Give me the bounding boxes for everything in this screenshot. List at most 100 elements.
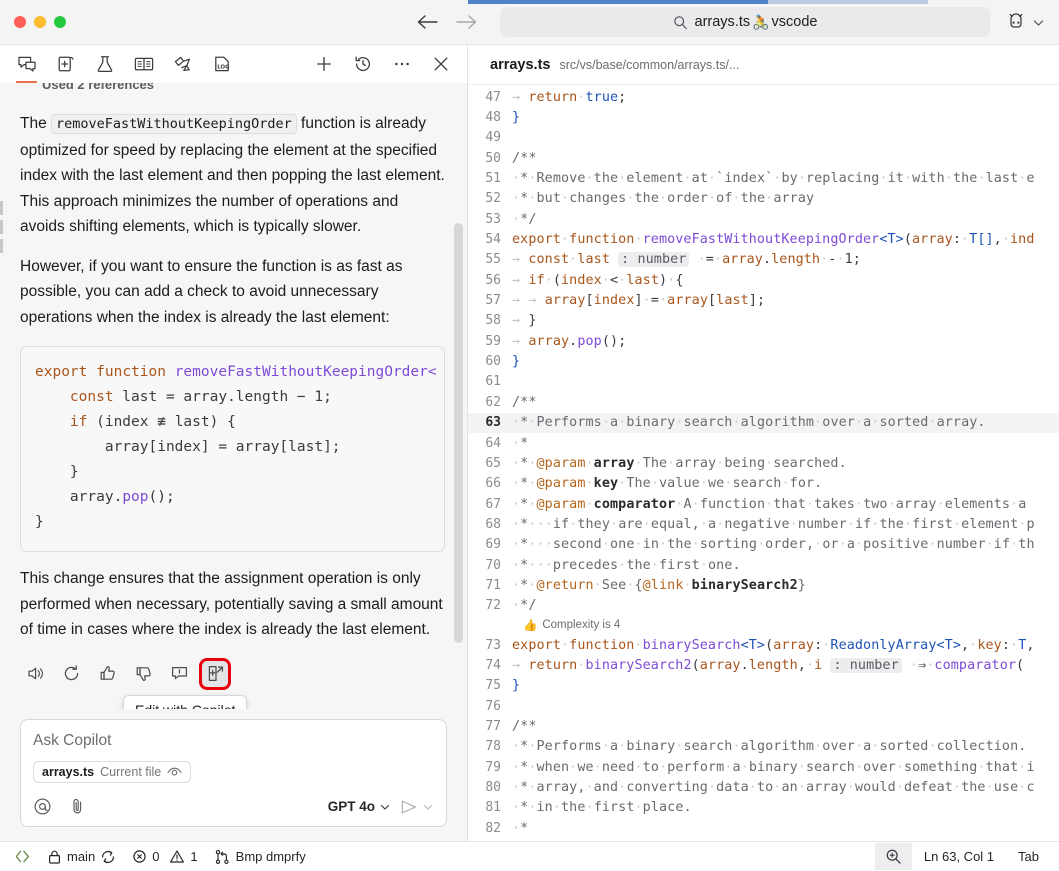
status-cursor-position[interactable]: Ln 63, Col 1 — [912, 849, 1006, 864]
code-line[interactable]: 50/** — [468, 148, 1059, 168]
code-line[interactable]: 54export·function·removeFastWithoutKeepi… — [468, 229, 1059, 249]
editor-code-area[interactable]: 47→ return·true;48}4950/**51·*·Remove·th… — [468, 85, 1059, 841]
used-references-label[interactable]: Used 2 references — [42, 83, 467, 93]
paperclip-icon[interactable] — [68, 797, 87, 816]
code-line-text: ·*·Performs·a·binary·search·algorithm·ov… — [512, 739, 1026, 754]
code-line[interactable]: 52·*·but·changes·the·order·of·the·array — [468, 189, 1059, 209]
navigation-buttons[interactable] — [416, 14, 478, 30]
search-icon — [673, 15, 688, 30]
code-line[interactable]: 59→ array.pop(); — [468, 331, 1059, 351]
code-line[interactable]: 47→ return·true; — [468, 87, 1059, 107]
titlebar-right-controls[interactable] — [1006, 12, 1045, 32]
code-line[interactable]: 58→ } — [468, 311, 1059, 331]
log-icon[interactable]: LOG — [209, 51, 234, 77]
editor-filepath[interactable]: src/vs/base/common/arrays.ts/... — [559, 58, 739, 72]
code-line[interactable]: 55→ const·last : number ·=·array.length·… — [468, 250, 1059, 270]
report-icon[interactable] — [166, 661, 192, 687]
zoom-icon[interactable] — [875, 843, 912, 870]
code-line[interactable]: 66·*·@param·key·The·value·we·search·for. — [468, 474, 1059, 494]
close-icon[interactable] — [428, 51, 453, 77]
code-line[interactable]: 73export·function·binarySearch<T>(array:… — [468, 635, 1059, 655]
back-arrow-icon[interactable] — [416, 14, 438, 30]
chat-code-block[interactable]: export function removeFastWithoutKeeping… — [20, 346, 445, 552]
extension-puzzle-icon[interactable] — [1006, 12, 1026, 32]
minimize-window-button[interactable] — [34, 16, 46, 28]
code-line[interactable]: 67·*·@param·comparator·A·function·that·t… — [468, 494, 1059, 514]
code-line[interactable]: 82·* — [468, 818, 1059, 838]
status-branch[interactable]: main — [47, 849, 116, 865]
code-line[interactable]: 60} — [468, 351, 1059, 371]
chat-input-box[interactable]: Ask Copilot arrays.ts Current file — [20, 719, 447, 827]
code-line[interactable]: 61 — [468, 372, 1059, 392]
chevron-down-icon[interactable] — [422, 801, 434, 813]
maximize-window-button[interactable] — [54, 16, 66, 28]
forward-arrow-icon[interactable] — [456, 14, 478, 30]
read-aloud-icon[interactable] — [22, 661, 48, 687]
error-circle-icon — [132, 849, 147, 864]
flask-icon[interactable] — [92, 51, 117, 77]
code-line[interactable]: 74→ return·binarySearch2(array.length,·i… — [468, 655, 1059, 675]
status-ports[interactable]: Bmp dmprfy — [214, 849, 306, 865]
code-line-text: ·*·@param·array·The·array·being·searched… — [512, 456, 847, 471]
code-line[interactable]: 81·*·in·the·first·place. — [468, 798, 1059, 818]
chevron-down-icon[interactable] — [1032, 16, 1045, 29]
code-line[interactable]: 51·*·Remove·the·element·at·`index`·by·re… — [468, 168, 1059, 188]
code-line[interactable]: 68·*···if·they·are·equal,·a·negative·num… — [468, 514, 1059, 534]
origami-icon[interactable] — [170, 51, 195, 77]
status-indentation[interactable]: Tab — [1006, 849, 1051, 864]
code-line[interactable]: 76 — [468, 696, 1059, 716]
chat-scrollbar[interactable] — [454, 223, 463, 643]
context-chip-current-file[interactable]: arrays.ts Current file — [33, 761, 191, 783]
code-lens-complexity[interactable]: 👍Complexity is 4 — [468, 616, 1059, 635]
window-controls[interactable] — [14, 16, 66, 28]
history-icon[interactable] — [350, 51, 375, 77]
chat-toolbar-right — [311, 51, 453, 77]
close-window-button[interactable] — [14, 16, 26, 28]
send-button[interactable] — [399, 798, 434, 816]
code-line[interactable]: 69·*···second·one·in·the·sorting·order,·… — [468, 535, 1059, 555]
code-line[interactable]: 71·*·@return·See·{@link·binarySearch2} — [468, 575, 1059, 595]
thumbs-down-icon[interactable] — [130, 661, 156, 687]
eye-icon[interactable] — [167, 767, 182, 778]
address-bar[interactable]: arrays.ts 🚴 vscode — [500, 7, 990, 37]
model-selector[interactable]: GPT 4o — [328, 799, 391, 814]
plus-icon[interactable] — [311, 51, 336, 77]
code-line[interactable]: 48} — [468, 107, 1059, 127]
code-line[interactable]: 49 — [468, 128, 1059, 148]
code-line[interactable]: 78·*·Performs·a·binary·search·algorithm·… — [468, 737, 1059, 757]
editor-breadcrumb[interactable]: arrays.ts src/vs/base/common/arrays.ts/.… — [468, 45, 1059, 85]
regenerate-icon[interactable] — [58, 661, 84, 687]
code-line[interactable]: 80·*·array,·and·converting·data·to·an·ar… — [468, 777, 1059, 797]
new-note-icon[interactable] — [53, 51, 78, 77]
sync-icon[interactable] — [100, 849, 116, 865]
code-line[interactable]: 65·*·@param·array·The·array·being·search… — [468, 453, 1059, 473]
thumbs-up-icon[interactable] — [94, 661, 120, 687]
code-line-text: } — [512, 110, 520, 125]
code-line[interactable]: 62/** — [468, 392, 1059, 412]
code-line-text: /** — [512, 719, 537, 734]
book-icon[interactable] — [131, 51, 156, 77]
editor-filename[interactable]: arrays.ts — [490, 57, 550, 73]
chat-edge-markers — [0, 201, 3, 258]
remote-icon[interactable] — [14, 849, 31, 864]
code-line[interactable]: 72·*/ — [468, 596, 1059, 616]
tab-strip-remnant-2 — [768, 0, 928, 4]
chat-input-placeholder[interactable]: Ask Copilot — [33, 732, 434, 750]
code-line[interactable]: 53·*/ — [468, 209, 1059, 229]
code-line[interactable]: 77/** — [468, 716, 1059, 736]
code-line[interactable]: 56→ if·(index·<·last)·{ — [468, 270, 1059, 290]
code-line[interactable]: 70·*···precedes·the·first·one. — [468, 555, 1059, 575]
main-body: LOG — [0, 45, 1059, 841]
code-line[interactable]: 57→ → array[index]·=·array[last]; — [468, 290, 1059, 310]
edit-with-copilot-icon[interactable] — [202, 661, 228, 687]
code-line[interactable]: 79·*·when·we·need·to·perform·a·binary·se… — [468, 757, 1059, 777]
chat-message-scroll[interactable]: Used 2 references The removeFastWithoutK… — [0, 83, 467, 709]
code-line[interactable]: 64·* — [468, 433, 1059, 453]
code-line-text: ·*/ — [512, 598, 537, 613]
status-problems[interactable]: 0 1 — [132, 849, 197, 864]
code-line[interactable]: 63·*·Performs·a·binary·search·algorithm·… — [468, 413, 1059, 433]
at-icon[interactable] — [33, 797, 52, 816]
chat-icon[interactable] — [14, 51, 39, 77]
more-icon[interactable] — [389, 51, 414, 77]
code-line[interactable]: 75} — [468, 676, 1059, 696]
